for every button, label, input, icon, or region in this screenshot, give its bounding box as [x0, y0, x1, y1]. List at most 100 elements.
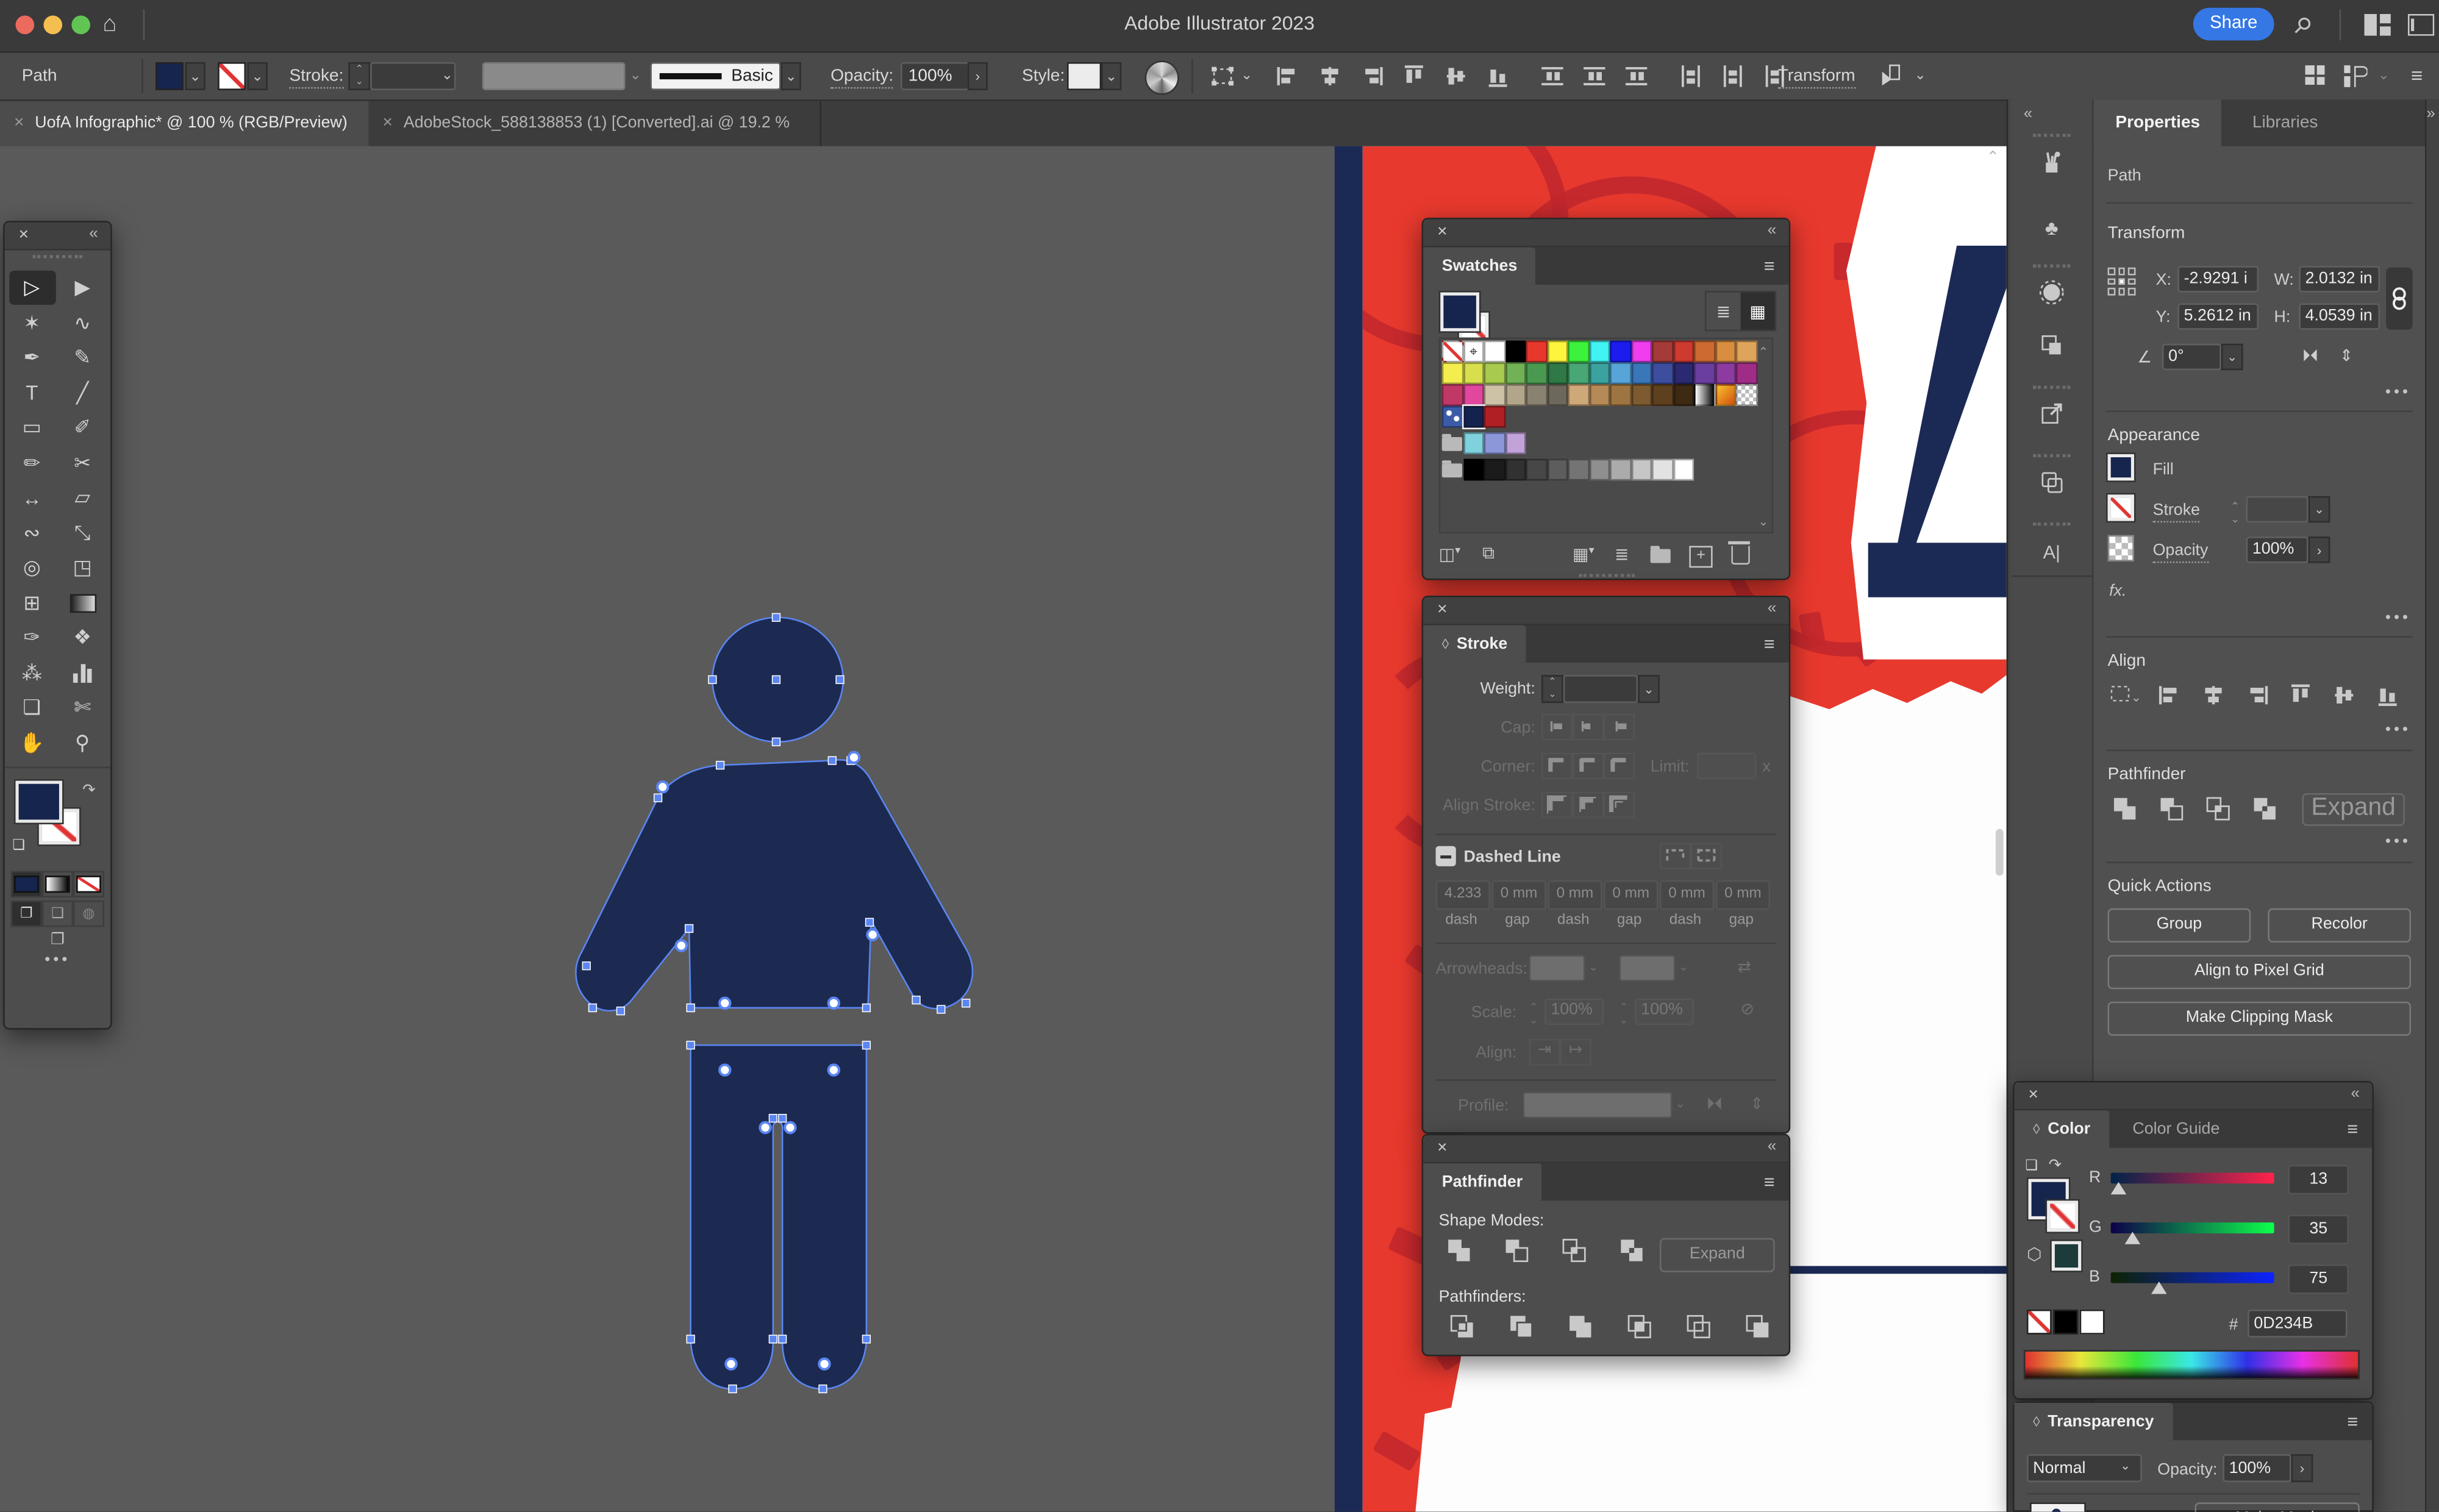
group-button[interactable]: Group	[2108, 908, 2251, 943]
more-options-icon[interactable]: •••	[2385, 610, 2411, 627]
mini-fill-stroke-icon[interactable]: ❏	[2025, 1157, 2038, 1174]
flip-vertical-icon[interactable]: ⇕	[2340, 347, 2353, 366]
transform-link-label[interactable]: Transform	[1778, 67, 1855, 89]
pencil-tool[interactable]: ✏	[9, 446, 55, 480]
swatch-options-icon[interactable]: ≣	[1615, 544, 1629, 565]
lasso-tool[interactable]: ∿	[59, 305, 106, 340]
collapse-panel-icon[interactable]: ‹‹	[2351, 1086, 2358, 1103]
minus-front-icon[interactable]	[1499, 1238, 1534, 1269]
swatch[interactable]	[1673, 459, 1694, 480]
live-corner-widget[interactable]	[720, 998, 730, 1008]
w-field[interactable]: 2.0132 in	[2299, 266, 2380, 292]
anchor-point[interactable]	[729, 1385, 737, 1393]
collapse-panel-icon[interactable]: ‹‹	[1768, 223, 1775, 240]
stroke-weight-field[interactable]	[2246, 496, 2309, 522]
exclude-icon[interactable]	[1615, 1238, 1649, 1269]
anchor-point[interactable]	[773, 738, 780, 746]
pathfinder-tab[interactable]: Pathfinder	[1423, 1163, 1541, 1200]
swatch[interactable]	[1463, 362, 1484, 383]
swatch[interactable]	[1526, 384, 1547, 405]
align-center-h-icon[interactable]	[2196, 683, 2230, 714]
properties-grid-icon[interactable]	[2304, 64, 2330, 90]
swatch[interactable]	[1610, 384, 1630, 405]
scroll-down-icon[interactable]: ⌄	[1758, 515, 1768, 529]
clover-icon[interactable]: ♣	[2011, 215, 2092, 243]
fill-color-mode-button[interactable]	[11, 871, 42, 897]
swatch-selected[interactable]	[1463, 406, 1484, 427]
fill-proxy-swatch[interactable]	[16, 781, 63, 823]
fill-none-mode-button[interactable]	[73, 871, 104, 897]
exclude-icon[interactable]	[2248, 796, 2282, 827]
rotation-field[interactable]: 0°	[2162, 344, 2221, 370]
panel-menu-icon[interactable]: ≡	[1764, 255, 1775, 277]
swatch[interactable]	[1673, 362, 1694, 383]
channel-slider-g[interactable]	[2111, 1222, 2274, 1233]
stroke-weight-dropdown[interactable]: ⌄	[437, 62, 457, 90]
show-swatch-kinds-icon[interactable]: ▦▾	[1573, 544, 1589, 565]
anchor-point[interactable]	[769, 1335, 777, 1343]
swatch[interactable]	[1652, 362, 1673, 383]
anchor-point[interactable]	[589, 1004, 597, 1012]
panel-menu-icon[interactable]: ≡	[1764, 633, 1775, 655]
anchor-point[interactable]	[836, 676, 844, 683]
close-panel-icon[interactable]: ×	[2029, 1086, 2038, 1105]
shaper-tool[interactable]: ∾	[9, 516, 55, 550]
swatch[interactable]	[1694, 362, 1715, 383]
constrain-proportions-icon[interactable]	[2386, 268, 2412, 330]
swatch[interactable]	[1463, 432, 1484, 453]
blend-tool[interactable]: ❖	[59, 621, 106, 655]
outline-icon[interactable]	[1682, 1314, 1716, 1346]
fill-color-dropdown[interactable]: ⌄	[185, 62, 205, 90]
swatch[interactable]	[1484, 362, 1505, 383]
swatch[interactable]	[1484, 384, 1505, 405]
swatch[interactable]	[1484, 432, 1505, 453]
swatch-pattern[interactable]	[1442, 406, 1463, 427]
share-button[interactable]: Share	[2193, 8, 2274, 41]
weight-stepper[interactable]: ⌃⌄	[1541, 675, 1563, 703]
channel-value-r[interactable]: 13	[2288, 1165, 2349, 1194]
opacity-field[interactable]: 100%	[901, 62, 969, 90]
arrange-documents-icon[interactable]	[2365, 14, 2391, 36]
rotation-dropdown[interactable]: ⌄	[2221, 344, 2243, 370]
anchor-point[interactable]	[779, 1335, 787, 1343]
shear-tool[interactable]: ▱	[59, 480, 106, 515]
swatch[interactable]	[1442, 384, 1463, 405]
align-right-icon[interactable]	[2240, 683, 2274, 714]
swatch-group-folder[interactable]	[1442, 432, 1463, 453]
align-middle-icon[interactable]	[1443, 64, 1469, 90]
libraries-tab[interactable]: Libraries	[2230, 99, 2340, 146]
draw-inside-button[interactable]: ◍	[73, 900, 104, 927]
slice-tool[interactable]: ✄	[59, 691, 106, 725]
opacity-chevron[interactable]: ›	[968, 62, 988, 90]
swatch[interactable]	[1631, 341, 1652, 362]
eyedropper-tool[interactable]: ✑	[9, 621, 55, 655]
character-icon[interactable]: A|	[2011, 538, 2092, 566]
align-to-selector-icon[interactable]: ⌄	[2108, 683, 2139, 716]
swatch[interactable]	[1526, 341, 1547, 362]
channel-slider-b[interactable]	[2111, 1272, 2274, 1283]
swatch[interactable]	[1736, 341, 1757, 362]
dist-bottom-icon[interactable]	[1624, 64, 1650, 90]
selected-person-artwork[interactable]	[529, 591, 1026, 1415]
anchor-point[interactable]	[819, 1385, 827, 1393]
brush-definition-field[interactable]: Basic	[650, 62, 780, 90]
drag-handle[interactable]	[2033, 522, 2070, 526]
swatch[interactable]	[1442, 362, 1463, 383]
stroke-color-swatch[interactable]	[218, 62, 246, 90]
panel-menu-icon[interactable]: ≡	[2347, 1411, 2358, 1433]
swatch[interactable]	[1505, 459, 1526, 480]
white-swatch[interactable]	[2080, 1310, 2105, 1335]
swatch[interactable]	[1610, 341, 1630, 362]
perspective-grid-tool[interactable]: ◳	[59, 551, 106, 585]
panel-chevron[interactable]: ⌄	[2374, 62, 2394, 90]
swatch[interactable]	[1652, 384, 1673, 405]
scissors-tool[interactable]: ✂	[59, 446, 106, 480]
style-swatch[interactable]	[1067, 62, 1101, 90]
swatch[interactable]	[1631, 384, 1652, 405]
appearance-stroke-swatch[interactable]	[2108, 494, 2134, 521]
swatch[interactable]	[1547, 459, 1568, 480]
swatches-tab[interactable]: Swatches	[1423, 248, 1536, 285]
magic-wand-tool[interactable]: ✶	[9, 305, 55, 340]
rectangle-tool[interactable]: ▭	[9, 410, 55, 444]
x-field[interactable]: -2.9291 i	[2177, 266, 2259, 292]
